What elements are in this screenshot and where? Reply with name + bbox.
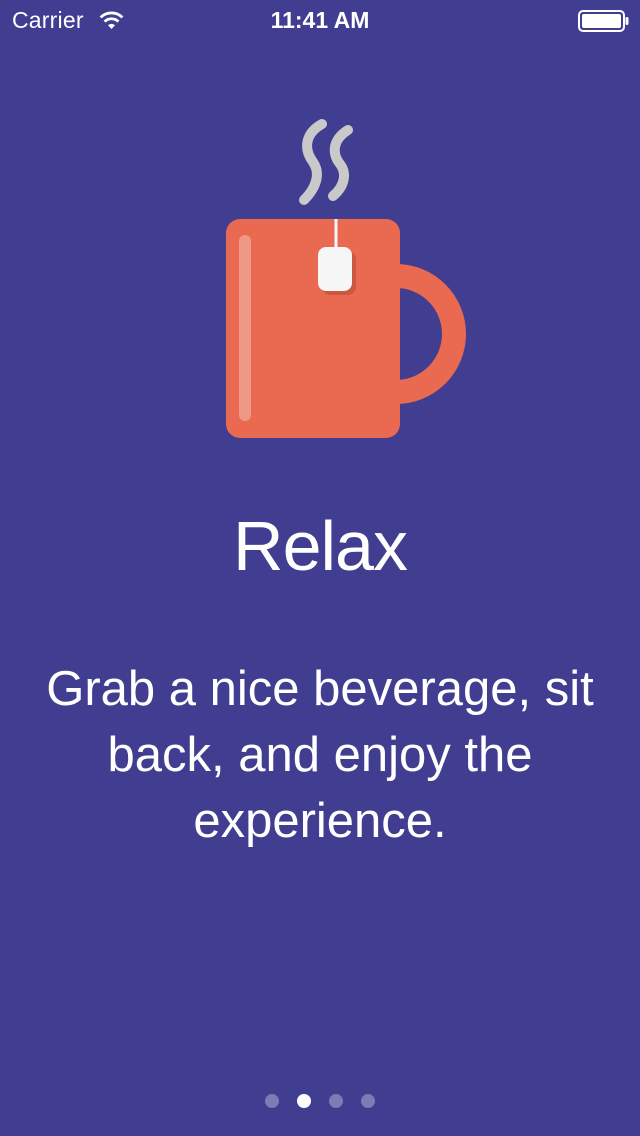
page-title: Relax [233, 507, 408, 585]
steam-icon [299, 119, 353, 205]
page-control[interactable] [0, 1094, 640, 1108]
status-bar: Carrier 11:41 AM [0, 0, 640, 40]
page-dot-4[interactable] [361, 1094, 375, 1108]
page-description: Grab a nice beverage, sit back, and enjo… [46, 662, 594, 848]
page-dot-1[interactable] [265, 1094, 279, 1108]
page-dot-3[interactable] [329, 1094, 343, 1108]
status-time: 11:41 AM [270, 7, 370, 33]
tea-mug-icon [226, 219, 466, 438]
page-dot-2[interactable] [297, 1094, 311, 1108]
battery-icon [578, 10, 629, 32]
tea-mug-illustration [226, 119, 466, 438]
